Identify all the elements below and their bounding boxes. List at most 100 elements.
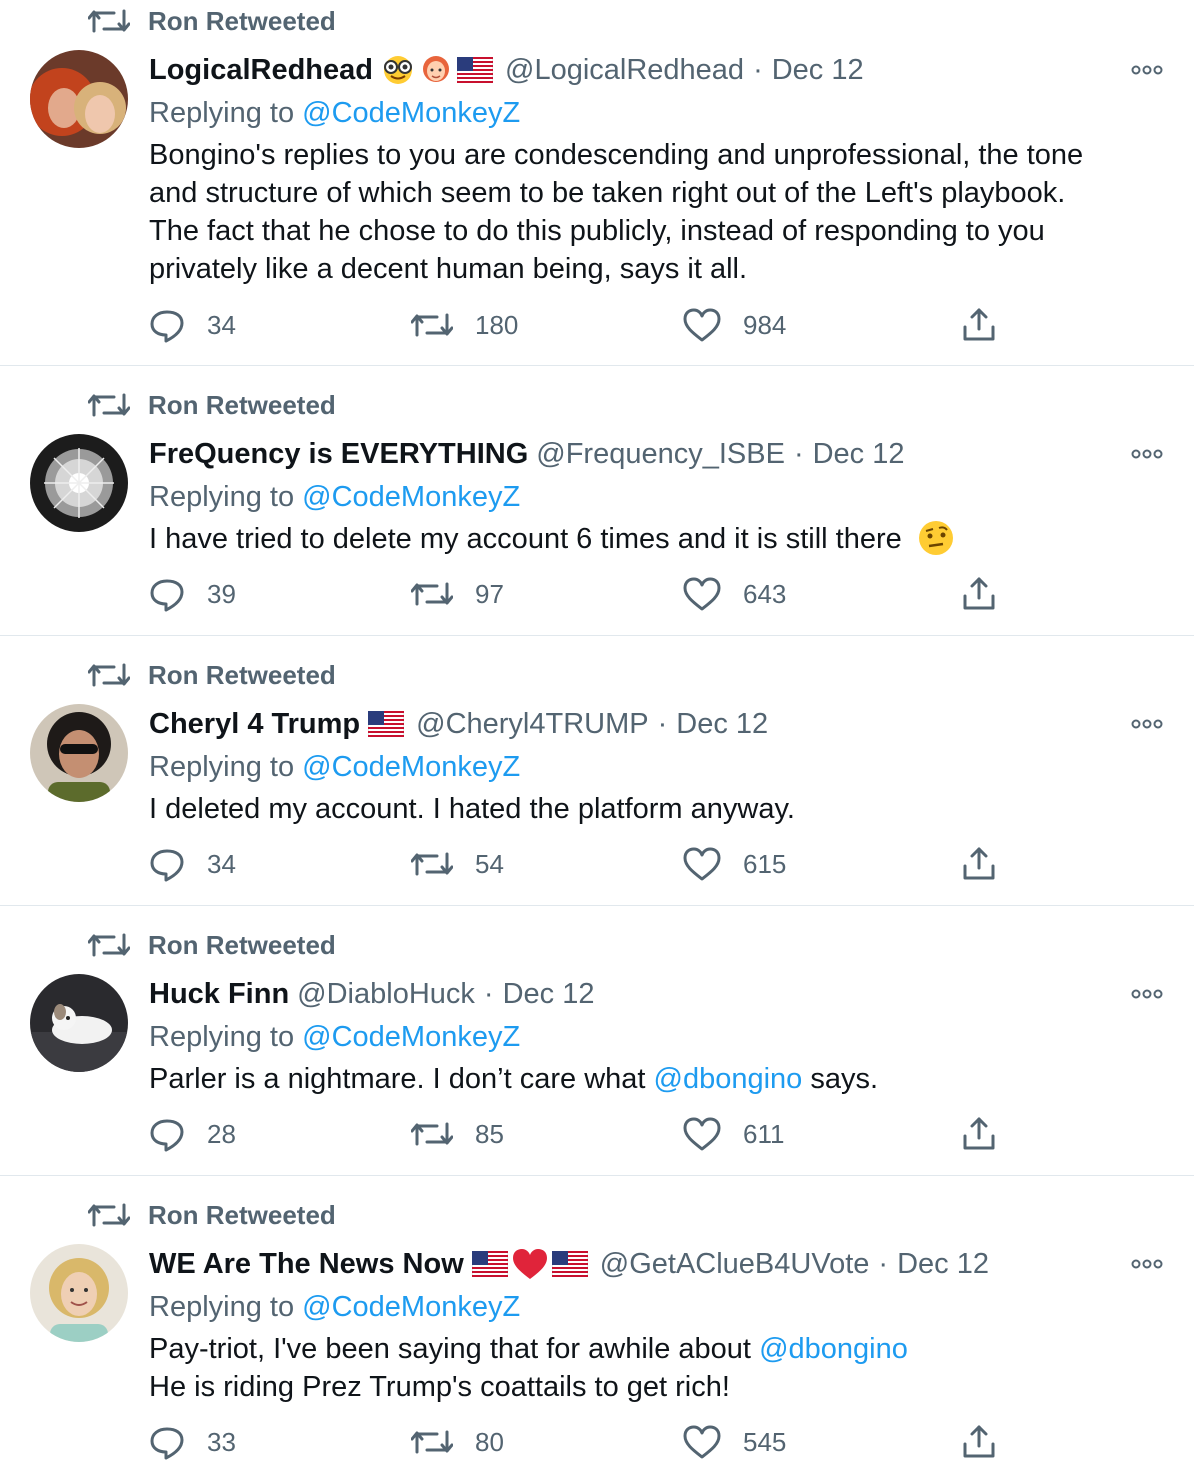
- retweet-count: 85: [475, 1118, 504, 1149]
- share-button[interactable]: [961, 574, 997, 614]
- username-handle[interactable]: @Cheryl4TRUMP: [416, 708, 648, 741]
- like-count: 615: [743, 848, 787, 879]
- reply-button[interactable]: 34: [149, 305, 236, 345]
- tweet-header: WE Are The News Now @GetAClueB4UVote · D…: [149, 1244, 1154, 1284]
- separator-dot: ·: [878, 1247, 889, 1280]
- replying-prefix: Replying to: [149, 1291, 303, 1323]
- like-button[interactable]: 643: [683, 574, 786, 614]
- mention-link[interactable]: @dbongino: [654, 1063, 803, 1095]
- like-button[interactable]: 545: [683, 1422, 786, 1462]
- reply-button[interactable]: 33: [149, 1422, 236, 1462]
- heart-icon: [683, 1425, 721, 1459]
- reply-mention-link[interactable]: @CodeMonkeyZ: [302, 481, 520, 513]
- reply-button[interactable]: 34: [149, 844, 236, 884]
- display-name[interactable]: FreQuency is EVERYTHING: [149, 438, 528, 471]
- tweet-text: Parler is a nightmare. I don’t care what…: [149, 1060, 1154, 1098]
- avatar[interactable]: [30, 1244, 128, 1342]
- retweet-label: Ron Retweeted: [148, 5, 336, 36]
- share-button[interactable]: [961, 1422, 997, 1462]
- replying-prefix: Replying to: [149, 97, 303, 129]
- display-name[interactable]: LogicalRedhead: [149, 54, 373, 87]
- tweet-date[interactable]: Dec 12: [772, 54, 864, 87]
- retweet-indicator: Ron Retweeted: [88, 930, 336, 960]
- reply-button[interactable]: 28: [149, 1114, 236, 1154]
- name-emojis: [368, 711, 408, 737]
- us-flag-emoji: [368, 711, 405, 737]
- retweet-button[interactable]: 80: [411, 1422, 504, 1462]
- more-options-icon[interactable]: [1130, 60, 1164, 80]
- retweet-icon: [88, 6, 130, 36]
- username-handle[interactable]: @Frequency_ISBE: [536, 438, 785, 471]
- more-options-icon[interactable]: [1130, 984, 1164, 1004]
- username-handle[interactable]: @DiabloHuck: [297, 978, 475, 1011]
- retweet-button[interactable]: 180: [411, 305, 518, 345]
- us-flag-emoji: [551, 1251, 588, 1277]
- retweet-icon: [88, 930, 130, 960]
- tweet-text-line: I have tried to delete my account 6 time…: [149, 523, 902, 555]
- more-options-icon[interactable]: [1130, 714, 1164, 734]
- reply-button[interactable]: 39: [149, 574, 236, 614]
- share-button[interactable]: [961, 305, 997, 345]
- retweet-indicator: Ron Retweeted: [88, 390, 336, 420]
- replying-prefix: Replying to: [149, 481, 303, 513]
- reply-mention-link[interactable]: @CodeMonkeyZ: [302, 751, 520, 783]
- share-button[interactable]: [961, 1114, 997, 1154]
- display-name[interactable]: Cheryl 4 Trump: [149, 708, 360, 741]
- tweet-text-line: Pay-triot, I've been saying that for awh…: [149, 1330, 1154, 1368]
- username-handle[interactable]: @LogicalRedhead: [505, 54, 744, 87]
- retweet-button[interactable]: 85: [411, 1114, 504, 1154]
- separator-dot: ·: [753, 53, 763, 86]
- replying-to: Replying to @CodeMonkeyZ: [149, 1018, 1154, 1056]
- more-options-icon[interactable]: [1130, 444, 1164, 464]
- nerd-face-emoji: [384, 56, 412, 84]
- tweet[interactable]: Ron Retweeted WE Are The News Now @GetAC…: [0, 1176, 1194, 1478]
- name-emojis: [471, 1248, 592, 1280]
- reply-icon: [150, 579, 184, 612]
- mention-link[interactable]: @dbongino: [759, 1333, 908, 1365]
- avatar[interactable]: [30, 50, 128, 148]
- reply-mention-link[interactable]: @CodeMonkeyZ: [302, 97, 520, 129]
- tweet-actions: 33 80 545: [149, 1422, 1009, 1462]
- tweet[interactable]: Ron Retweeted LogicalRedhead @LogicalRed…: [0, 0, 1194, 366]
- avatar[interactable]: [30, 434, 128, 532]
- tweet-header: FreQuency is EVERYTHING @Frequency_ISBE …: [149, 434, 1154, 474]
- retweet-label: Ron Retweeted: [148, 659, 336, 690]
- tweet-header: LogicalRedhead @LogicalRedhead · Dec 12: [149, 50, 1154, 90]
- reply-mention-link[interactable]: @CodeMonkeyZ: [302, 1291, 520, 1323]
- like-button[interactable]: 611: [683, 1114, 784, 1154]
- retweet-label: Ron Retweeted: [148, 929, 336, 960]
- tweet-date[interactable]: Dec 12: [813, 438, 905, 471]
- username-handle[interactable]: @GetAClueB4UVote: [600, 1248, 870, 1281]
- retweet-label: Ron Retweeted: [148, 389, 336, 420]
- reply-icon: [150, 1427, 184, 1460]
- separator-dot: ·: [483, 977, 494, 1010]
- replying-to: Replying to @CodeMonkeyZ: [149, 478, 1154, 516]
- tweet-date[interactable]: Dec 12: [676, 708, 768, 741]
- avatar[interactable]: [30, 974, 128, 1072]
- retweet-icon: [411, 1122, 453, 1146]
- retweet-indicator: Ron Retweeted: [88, 660, 336, 690]
- tweet-header: Huck Finn @DiabloHuck · Dec 12: [149, 974, 1154, 1014]
- like-button[interactable]: 984: [683, 305, 786, 345]
- display-name[interactable]: WE Are The News Now: [149, 1248, 464, 1281]
- display-name[interactable]: Huck Finn: [149, 978, 289, 1011]
- retweet-button[interactable]: 54: [411, 844, 504, 884]
- like-button[interactable]: 615: [683, 844, 786, 884]
- avatar[interactable]: [30, 704, 128, 802]
- share-icon: [963, 577, 995, 610]
- tweet-actions: 39 97 643: [149, 574, 1009, 614]
- heart-icon: [683, 308, 721, 342]
- retweet-button[interactable]: 97: [411, 574, 504, 614]
- tweet[interactable]: Ron Retweeted Cheryl 4 Trump @Cheryl4TRU…: [0, 636, 1194, 906]
- retweet-icon: [411, 582, 453, 606]
- share-button[interactable]: [961, 844, 997, 884]
- us-flag-emoji: [457, 57, 493, 83]
- reply-count: 39: [207, 578, 236, 609]
- more-options-icon[interactable]: [1130, 1254, 1164, 1274]
- tweet-text-part: says.: [802, 1063, 879, 1095]
- tweet[interactable]: Ron Retweeted FreQuency is EVERYTHING @F…: [0, 366, 1194, 636]
- tweet-date[interactable]: Dec 12: [897, 1248, 989, 1281]
- tweet-date[interactable]: Dec 12: [503, 978, 595, 1011]
- tweet[interactable]: Ron Retweeted Huck Finn @DiabloHuck · De…: [0, 906, 1194, 1176]
- reply-mention-link[interactable]: @CodeMonkeyZ: [302, 1021, 520, 1053]
